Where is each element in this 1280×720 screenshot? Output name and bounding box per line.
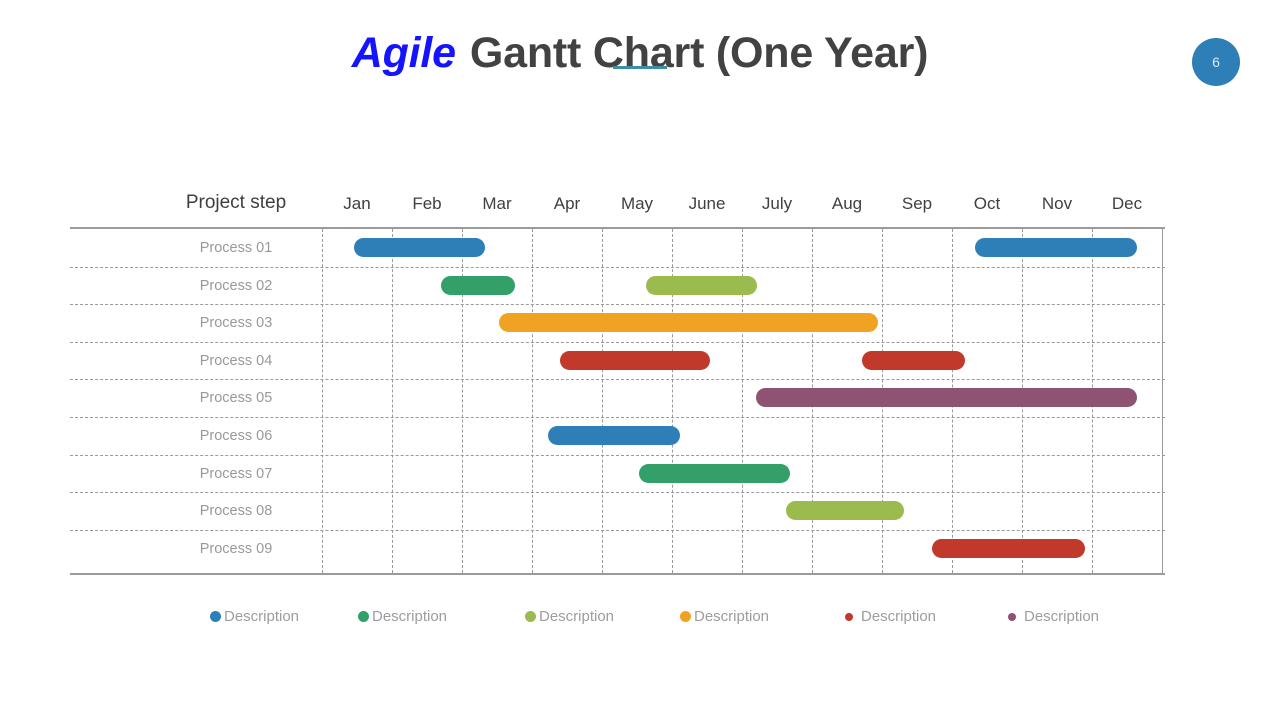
column-separator — [602, 229, 603, 573]
legend-item[interactable]: Description — [525, 608, 614, 625]
row-separator — [70, 454, 1165, 456]
legend-item[interactable]: Description — [210, 608, 299, 625]
gantt-bar[interactable] — [548, 426, 680, 445]
legend-color-dot-icon — [1008, 612, 1016, 621]
title-main-text: Gantt Chart (One Year) — [469, 29, 929, 77]
row-separator — [70, 492, 1165, 494]
gantt-bar[interactable] — [639, 463, 791, 483]
month-label-sep: Sep — [901, 194, 933, 213]
month-label-june: June — [688, 194, 726, 213]
row-separator — [70, 529, 1165, 531]
column-separator — [532, 229, 533, 573]
title-line: Agile Gantt Chart (One Year) — [0, 29, 1280, 77]
legend-label: Description — [861, 608, 937, 625]
month-label-mar: Mar — [482, 194, 512, 213]
title-underline-rule — [613, 66, 667, 69]
row-label-process-04: Process 04 — [199, 352, 273, 369]
row-separator — [70, 266, 1165, 268]
gantt-bar[interactable] — [646, 275, 757, 295]
gantt-chart: Project step Jan Feb Mar Apr May June July Aug S… — [70, 185, 1165, 580]
month-label-feb: Feb — [412, 194, 442, 213]
month-label-oct: Oct — [973, 194, 1001, 213]
gantt-bar[interactable] — [931, 538, 1085, 558]
legend-item[interactable]: Description — [358, 608, 447, 625]
legend-color-dot-icon — [358, 611, 369, 622]
row-label-process-06: Process 06 — [199, 428, 273, 444]
gantt-bar[interactable] — [861, 350, 966, 370]
gantt-grid-body: Process 01 Process 02 Process 03 Process 04… — [70, 229, 1165, 573]
column-separator — [392, 229, 393, 573]
row-separator — [70, 417, 1165, 418]
row-label-process-09: Process 09 — [199, 540, 273, 557]
chart-legend: Description Description Description Descrip… — [200, 608, 1120, 634]
row-label-process-02: Process 02 — [199, 277, 273, 294]
month-header-row: Project step Jan Feb Mar Apr May June July Aug S… — [70, 185, 1165, 227]
legend-color-dot-icon — [525, 611, 536, 622]
legend-color-dot-icon — [845, 612, 853, 621]
month-label-jan: Jan — [343, 194, 371, 213]
row-label-process-05: Process 05 — [199, 390, 273, 407]
month-label-apr: Apr — [553, 194, 581, 213]
legend-label: Description — [694, 608, 770, 625]
month-label-dec: Dec — [1111, 194, 1143, 213]
row-separator — [70, 341, 1165, 343]
legend-color-dot-icon — [210, 611, 221, 622]
row-separator — [70, 379, 1165, 381]
gantt-bar[interactable] — [560, 350, 710, 370]
legend-item[interactable]: Description — [845, 608, 936, 625]
footer-divider-rule — [70, 573, 1165, 575]
row-label-process-03: Process 03 — [199, 315, 273, 332]
month-label-aug: Aug — [831, 194, 863, 213]
title-accent-word: Agile — [351, 29, 456, 77]
legend-item[interactable]: Description — [680, 608, 769, 625]
legend-label: Description — [224, 608, 300, 625]
column-separator — [1162, 229, 1163, 573]
legend-item[interactable]: Description — [1008, 608, 1099, 625]
legend-label: Description — [1024, 608, 1100, 625]
page-number-badge: 6 — [1192, 38, 1240, 86]
row-separator — [70, 304, 1165, 306]
gantt-bar[interactable] — [499, 313, 878, 333]
gantt-bar[interactable] — [353, 238, 486, 257]
row-label-process-08: Process 08 — [199, 503, 273, 520]
legend-label: Description — [539, 608, 615, 625]
row-label-process-07: Process 07 — [199, 465, 273, 482]
page-number-text: 6 — [1212, 54, 1220, 70]
month-label-nov: Nov — [1041, 194, 1073, 213]
month-label-july: July — [761, 194, 793, 213]
project-step-column-header: Project step — [185, 192, 287, 213]
page-title: Agile Gantt Chart (One Year) — [0, 29, 1280, 77]
gantt-bar[interactable] — [756, 388, 1137, 408]
legend-label: Description — [372, 608, 448, 625]
row-label-process-01: Process 01 — [199, 240, 273, 256]
month-label-may: May — [620, 194, 654, 213]
gantt-bar[interactable] — [786, 501, 904, 521]
legend-color-dot-icon — [680, 611, 691, 622]
gantt-bar[interactable] — [975, 238, 1137, 257]
gantt-bar[interactable] — [441, 275, 516, 295]
